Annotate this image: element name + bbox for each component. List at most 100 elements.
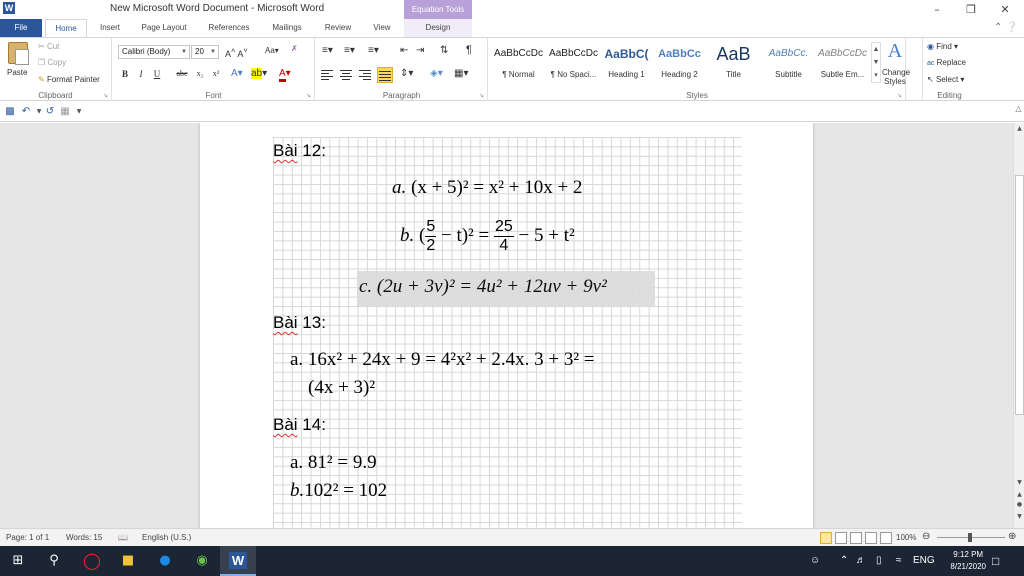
paste-button[interactable]: Paste bbox=[7, 68, 27, 77]
font-size-combo[interactable]: 20 ▼ bbox=[191, 45, 219, 59]
change-styles-button[interactable]: Change Styles bbox=[882, 68, 910, 86]
strikethrough-button[interactable]: abc bbox=[175, 67, 189, 81]
restore-icon[interactable]: ❐ bbox=[954, 0, 988, 19]
zalo-icon[interactable]: ● bbox=[147, 546, 183, 576]
font-name-combo[interactable]: Calibri (Body) ▼ bbox=[118, 45, 190, 59]
borders-icon[interactable]: ▦▾ bbox=[454, 68, 468, 79]
underline-button[interactable]: U bbox=[150, 67, 164, 81]
browse-object-icon[interactable]: ● bbox=[1014, 501, 1024, 508]
align-center-icon[interactable] bbox=[340, 68, 354, 82]
vertical-scrollbar[interactable]: ▲ ▼ ▲ ● ▼ bbox=[1013, 123, 1024, 528]
previous-page-icon[interactable]: ▲ bbox=[1014, 491, 1024, 498]
tab-insert[interactable]: Insert bbox=[92, 19, 128, 37]
search-icon[interactable]: ⚲ bbox=[36, 546, 72, 576]
scroll-down-icon[interactable]: ▼ bbox=[1014, 479, 1024, 486]
zoom-level[interactable]: 100% bbox=[896, 533, 916, 542]
style-normal[interactable]: AaBbCcDc ¶ Normal bbox=[491, 42, 546, 86]
word-taskbar-icon[interactable]: W bbox=[220, 546, 256, 576]
decrease-indent-icon[interactable]: ⇤ bbox=[400, 45, 408, 56]
style-heading-1[interactable]: AaBbC( Heading 1 bbox=[599, 42, 654, 86]
bold-button[interactable]: B bbox=[118, 67, 132, 81]
equation-13a-line2[interactable]: (4x + 3)² bbox=[308, 377, 375, 399]
windows-start-icon[interactable]: ⊞ bbox=[0, 546, 36, 576]
volume-icon[interactable]: ♬ bbox=[856, 546, 866, 576]
battery-icon[interactable]: ▯ bbox=[876, 546, 882, 576]
equation-a[interactable]: a. (x + 5)² = x² + 10x + 2 bbox=[392, 177, 582, 199]
highlight-icon[interactable]: ab▾ bbox=[251, 68, 267, 79]
text-effects-icon[interactable]: A▾ bbox=[231, 68, 243, 79]
heading-bai-14[interactable]: Bài 14: bbox=[273, 415, 326, 435]
font-launcher-icon[interactable]: ↘ bbox=[306, 92, 311, 99]
customize-qat-icon[interactable]: ▼ bbox=[72, 105, 86, 119]
tab-review[interactable]: Review bbox=[318, 19, 358, 37]
style-heading-2[interactable]: AaBbCc Heading 2 bbox=[652, 42, 707, 86]
document-page[interactable]: Bài 12: a. (x + 5)² = x² + 10x + 2 b. (5… bbox=[200, 123, 813, 528]
print-layout-icon[interactable] bbox=[820, 532, 832, 544]
heading-bai-12[interactable]: Bài 12: bbox=[273, 141, 326, 161]
next-page-icon[interactable]: ▼ bbox=[1014, 513, 1024, 520]
styles-launcher-icon[interactable]: ↘ bbox=[897, 92, 902, 99]
scroll-thumb[interactable] bbox=[1015, 175, 1024, 415]
paragraph-launcher-icon[interactable]: ↘ bbox=[479, 92, 484, 99]
align-right-icon[interactable] bbox=[359, 68, 373, 82]
opera-icon[interactable]: ◯ bbox=[74, 546, 110, 576]
change-styles-icon[interactable]: A bbox=[883, 40, 907, 63]
equation-14b[interactable]: b.102² = 102 bbox=[290, 480, 387, 502]
tray-overflow-icon[interactable]: ⌃ bbox=[840, 546, 848, 576]
notifications-icon[interactable]: □ bbox=[992, 546, 999, 576]
line-spacing-icon[interactable]: ⇕▾ bbox=[400, 68, 413, 79]
equation-13a-line1[interactable]: a. 16x² + 24x + 9 = 4²x² + 2.4x. 3 + 3² … bbox=[290, 349, 595, 371]
tab-home[interactable]: Home bbox=[45, 19, 87, 38]
format-painter-button[interactable]: ✎ Format Painter bbox=[38, 75, 100, 84]
undo-icon[interactable]: ↶ bbox=[19, 105, 33, 119]
close-icon[interactable]: ✕ bbox=[988, 0, 1022, 19]
tab-page-layout[interactable]: Page Layout bbox=[134, 19, 194, 37]
style-subtle-emphasis[interactable]: AaBbCcDc Subtle Em... bbox=[815, 42, 870, 86]
clock[interactable]: 9:12 PM 8/21/2020 bbox=[950, 549, 986, 573]
increase-indent-icon[interactable]: ⇥ bbox=[416, 45, 424, 56]
equation-c-selected[interactable]: c. (2u + 3v)² = 4u² + 12uv + 9v² bbox=[357, 271, 655, 307]
language-indicator[interactable]: English (U.S.) bbox=[142, 533, 191, 542]
cut-button[interactable]: ✂ Cut bbox=[38, 42, 59, 51]
help-icon[interactable]: ⌃ ❔ bbox=[994, 22, 1018, 33]
save-icon[interactable]: ▩ bbox=[3, 105, 17, 119]
page-count[interactable]: Page: 1 of 1 bbox=[6, 533, 49, 542]
zoom-out-icon[interactable]: ⊖ bbox=[922, 531, 930, 542]
styles-scroll-icon[interactable]: ▲ ▼ ▾ bbox=[871, 42, 881, 83]
select-button[interactable]: ↖ Select ▾ bbox=[927, 75, 964, 84]
tab-file[interactable]: File bbox=[0, 19, 42, 37]
copy-button[interactable]: ❐ Copy bbox=[38, 58, 66, 67]
tab-design[interactable]: Design bbox=[404, 19, 472, 37]
word-count[interactable]: Words: 15 bbox=[66, 533, 102, 542]
italic-button[interactable]: I bbox=[134, 67, 148, 81]
justify-icon[interactable] bbox=[377, 67, 393, 83]
word-app-icon[interactable]: W bbox=[3, 2, 15, 14]
redo-icon[interactable]: ↺ bbox=[43, 105, 57, 119]
align-left-icon[interactable] bbox=[321, 68, 335, 82]
outline-view-icon[interactable] bbox=[865, 532, 877, 544]
zoom-in-icon[interactable]: ⊕ bbox=[1008, 531, 1016, 542]
language-tray[interactable]: ENG bbox=[913, 546, 935, 576]
font-color-icon[interactable]: A▾ bbox=[279, 68, 291, 82]
superscript-button[interactable]: x² bbox=[209, 67, 223, 81]
tab-mailings[interactable]: Mailings bbox=[264, 19, 310, 37]
style-no-spacing[interactable]: AaBbCcDc ¶ No Spaci... bbox=[546, 42, 601, 86]
tab-references[interactable]: References bbox=[202, 19, 256, 37]
bullets-icon[interactable]: ≡▾ bbox=[322, 45, 333, 56]
file-explorer-icon[interactable]: ■ bbox=[110, 546, 146, 576]
wifi-icon[interactable]: ≈ bbox=[896, 546, 902, 576]
tab-view[interactable]: View bbox=[364, 19, 400, 37]
sort-icon[interactable]: ⇅ bbox=[440, 45, 448, 56]
scroll-up-icon[interactable]: ▲ bbox=[1014, 125, 1024, 132]
draft-view-icon[interactable] bbox=[880, 532, 892, 544]
proofing-icon[interactable]: 📖 bbox=[118, 533, 128, 542]
pilcrow-icon[interactable]: ¶ bbox=[466, 44, 472, 56]
equation-b[interactable]: b. (5 2 − t)² = 25 4 − 5 + t² bbox=[400, 213, 575, 259]
minimize-icon[interactable]: – bbox=[920, 0, 954, 19]
grow-font-icon[interactable]: A˄ A˅ bbox=[225, 46, 248, 59]
print-preview-icon[interactable]: ▦ bbox=[58, 105, 72, 119]
heading-bai-13[interactable]: Bài 13: bbox=[273, 313, 326, 333]
paste-icon[interactable] bbox=[8, 42, 29, 65]
clipboard-launcher-icon[interactable]: ↘ bbox=[103, 92, 108, 99]
find-button[interactable]: ◉ Find ▾ bbox=[927, 42, 958, 51]
